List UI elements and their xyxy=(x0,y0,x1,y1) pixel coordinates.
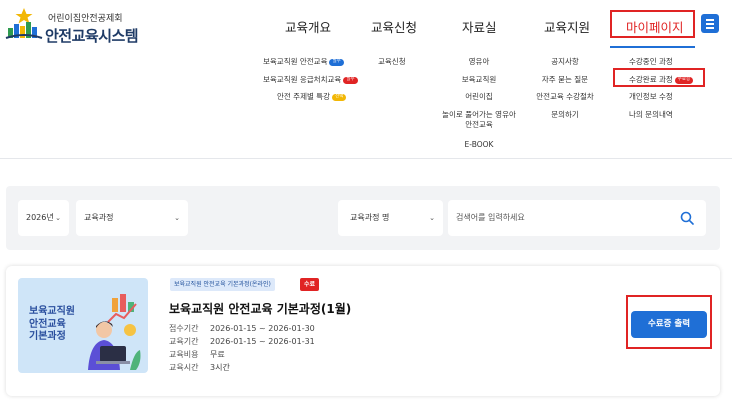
info-value: 3시간 xyxy=(210,363,230,372)
submenu-label: 보육교직원 응급처치교육 xyxy=(263,75,342,84)
optional-badge: 선택 xyxy=(332,94,347,101)
thumbnail-text: 보육교직원 안전교육 기본과정 xyxy=(29,306,75,342)
submenu-my-inquiries[interactable]: 나의 문의내역 xyxy=(629,110,673,120)
course-category-tag: 보육교직원 안전교육 기본과정(온라인) xyxy=(170,278,275,291)
logo-subtitle: 어린이집안전공제회 xyxy=(48,14,123,24)
required-badge: 필수 xyxy=(329,59,344,66)
submenu-ebook[interactable]: E-BOOK xyxy=(440,140,518,150)
submenu-notice[interactable]: 공지사항 xyxy=(530,57,600,67)
submenu-childcare-teacher[interactable]: 보육교직원 xyxy=(440,75,518,85)
chevron-down-icon: ⌄ xyxy=(55,214,61,222)
year-select-value: 2026년 xyxy=(26,213,54,222)
submenu-daycare[interactable]: 어린이집 xyxy=(440,92,518,102)
chevron-down-icon: ⌄ xyxy=(429,214,435,222)
course-title[interactable]: 보육교직원 안전교육 기본과정(1월) xyxy=(169,300,351,317)
info-education-period: 교육기간 2026-01-15 ~ 2026-01-31 xyxy=(169,336,315,347)
submenu-course-procedure[interactable]: 안전교육 수강절차 xyxy=(530,92,600,102)
info-label: 교육시간 xyxy=(169,363,199,372)
submenu-first-aid-education[interactable]: 보육교직원 응급처치교육 필수 xyxy=(263,75,358,85)
year-select[interactable]: 2026년 ⌄ xyxy=(18,200,69,236)
info-education-hours: 교육시간 3시간 xyxy=(169,362,230,373)
course-type-select-value: 교육과정 xyxy=(84,213,114,222)
nav-education-support[interactable]: 교육지원 xyxy=(544,17,590,36)
submenu-label-line: 안전교육 xyxy=(465,119,493,129)
course-thumbnail: 보육교직원 안전교육 기본과정 xyxy=(18,278,148,373)
logo-mark-icon xyxy=(5,8,43,39)
submenu-faq[interactable]: 자주 묻는 질문 xyxy=(530,75,600,85)
submenu-safety-education[interactable]: 보육교직원 안전교육 필수 xyxy=(263,57,344,67)
info-label: 교육기간 xyxy=(169,337,199,346)
completed-courses-highlight-box xyxy=(613,68,705,87)
completion-status-badge: 수료 xyxy=(300,278,320,291)
submenu-inquiry[interactable]: 문의하기 xyxy=(530,110,600,120)
search-placeholder: 검색어를 입력하세요 xyxy=(456,213,525,222)
submenu-education-apply[interactable]: 교육신청 xyxy=(378,57,406,67)
info-value: 2026-01-15 ~ 2026-01-31 xyxy=(210,337,315,346)
required-badge: 필수 xyxy=(343,77,358,84)
submenu-play-safety-education[interactable]: 놀이로 풀어가는 영유아 안전교육 xyxy=(440,110,518,130)
submenu-label: 안전 주제별 특강 xyxy=(277,92,331,101)
submenu-edit-profile[interactable]: 개인정보 수정 xyxy=(629,92,673,102)
nav-education-apply[interactable]: 교육신청 xyxy=(371,17,417,36)
search-field-select[interactable]: 교육과정 명 ⌄ xyxy=(338,200,443,236)
info-education-cost: 교육비용 무료 xyxy=(169,349,225,360)
submenu-label: 보육교직원 안전교육 xyxy=(263,57,328,66)
mypage-highlight-box xyxy=(610,10,695,38)
nav-active-underline xyxy=(610,46,695,48)
search-icon[interactable] xyxy=(680,211,694,225)
chevron-down-icon: ⌄ xyxy=(174,214,180,222)
logo-title: 안전교육시스템 xyxy=(45,27,139,45)
nav-education-overview[interactable]: 교육개요 xyxy=(285,17,331,36)
search-field-select-value: 교육과정 명 xyxy=(350,213,390,222)
site-logo[interactable]: 어린이집안전공제회 안전교육시스템 xyxy=(4,6,144,46)
submenu-special-lecture[interactable]: 안전 주제별 특강 선택 xyxy=(277,92,347,102)
menu-divider xyxy=(0,158,732,159)
nav-resources[interactable]: 자료실 xyxy=(462,17,497,36)
teacher-laptop-illustration-icon xyxy=(88,294,141,370)
submenu-courses-in-progress[interactable]: 수강중인 과정 xyxy=(629,57,673,67)
info-application-period: 접수기간 2026-01-15 ~ 2026-01-30 xyxy=(169,323,315,334)
course-type-select[interactable]: 교육과정 ⌄ xyxy=(76,200,188,236)
info-label: 접수기간 xyxy=(169,324,199,333)
print-certificate-highlight-box xyxy=(626,295,712,349)
submenu-label-line: 놀이로 풀어가는 영유아 xyxy=(442,110,516,119)
search-input[interactable]: 검색어를 입력하세요 xyxy=(448,200,706,236)
info-value: 2026-01-15 ~ 2026-01-30 xyxy=(210,324,315,333)
info-value: 무료 xyxy=(210,350,225,359)
info-label: 교육비용 xyxy=(169,350,199,359)
menu-hamburger-button[interactable] xyxy=(701,14,719,33)
submenu-infant[interactable]: 영유아 xyxy=(440,57,518,67)
